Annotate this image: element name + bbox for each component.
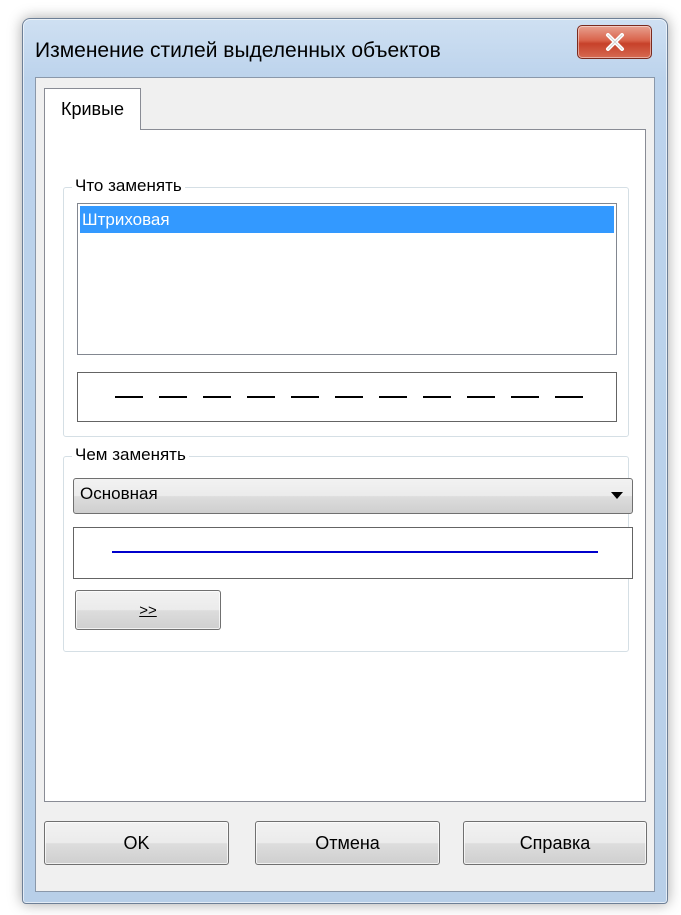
- close-button[interactable]: [577, 25, 652, 59]
- replace-with-group: Чем заменять Основная >>: [63, 445, 633, 652]
- solid-line-preview: [112, 551, 598, 553]
- ok-button-label: OK: [123, 832, 150, 853]
- target-style-preview: [73, 527, 633, 579]
- tab-panel-curves: Что заменять Штриховая Чем заменять Осно…: [44, 129, 646, 802]
- cancel-button-label: Отмена: [315, 832, 380, 853]
- source-style-preview: [77, 372, 617, 422]
- dashed-line-preview: [115, 396, 598, 398]
- apply-replace-label: >>: [139, 601, 157, 619]
- title-bar[interactable]: Изменение стилей выделенных объектов: [23, 19, 667, 79]
- tab-curves-label: Кривые: [60, 99, 125, 119]
- what-to-replace-group: Что заменять Штриховая: [63, 176, 629, 437]
- dialog-client-area: Кривые Что заменять Штриховая Чем заменя…: [35, 77, 655, 892]
- target-style-dropdown[interactable]: Основная: [73, 478, 633, 514]
- list-item[interactable]: Штриховая: [80, 206, 614, 233]
- target-style-selected: Основная: [80, 484, 158, 503]
- window-title: Изменение стилей выделенных объектов: [35, 39, 441, 62]
- source-style-list[interactable]: Штриховая: [77, 203, 617, 355]
- apply-replace-button[interactable]: >>: [75, 590, 221, 630]
- replace-with-label: Чем заменять: [72, 445, 189, 465]
- help-button[interactable]: Справка: [463, 821, 647, 865]
- ok-button[interactable]: OK: [44, 821, 229, 865]
- dialog-window: Изменение стилей выделенных объектов Кри…: [22, 18, 668, 904]
- close-icon: [605, 33, 624, 51]
- tab-curves[interactable]: Кривые: [44, 88, 141, 130]
- list-item-label: Штриховая: [82, 210, 170, 229]
- cancel-button[interactable]: Отмена: [255, 821, 440, 865]
- help-button-label: Справка: [519, 832, 591, 853]
- chevron-down-icon: [611, 492, 623, 499]
- what-to-replace-label: Что заменять: [72, 176, 185, 196]
